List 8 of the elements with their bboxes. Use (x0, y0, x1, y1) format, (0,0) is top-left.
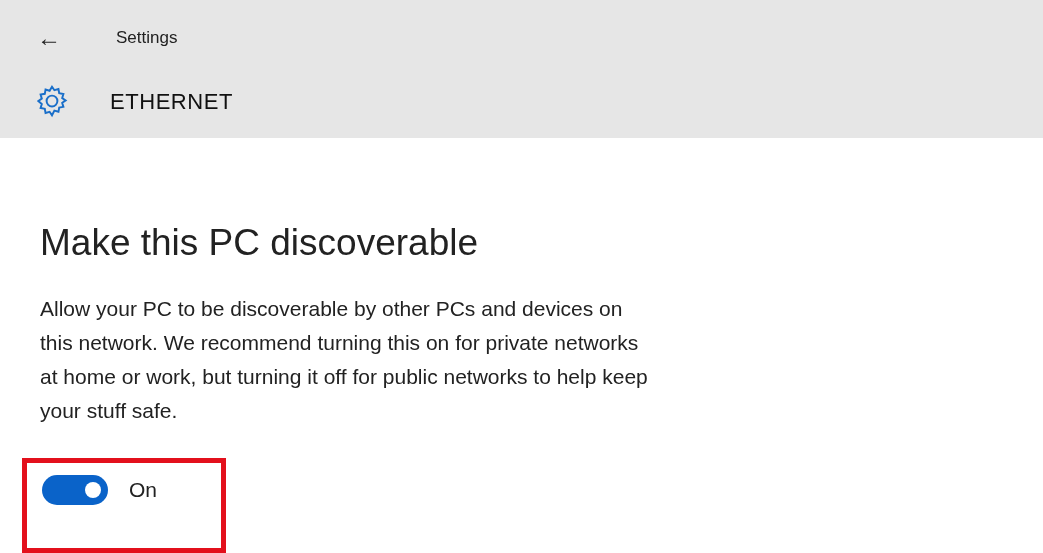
section-heading: Make this PC discoverable (40, 221, 480, 265)
app-title: Settings (116, 27, 178, 50)
toggle-label: On (129, 477, 157, 504)
toggle-switch[interactable] (42, 475, 108, 505)
back-button[interactable]: ← (34, 20, 64, 56)
description-text: Allow your PC to be discoverable by other PCs and devices on this network. We recommend turning this on for private networks at home or work, but turning it off for public networks to help keep your stuff safe. (40, 296, 649, 425)
page-title: ETHERNET (110, 87, 233, 116)
settings-icon (34, 83, 70, 119)
